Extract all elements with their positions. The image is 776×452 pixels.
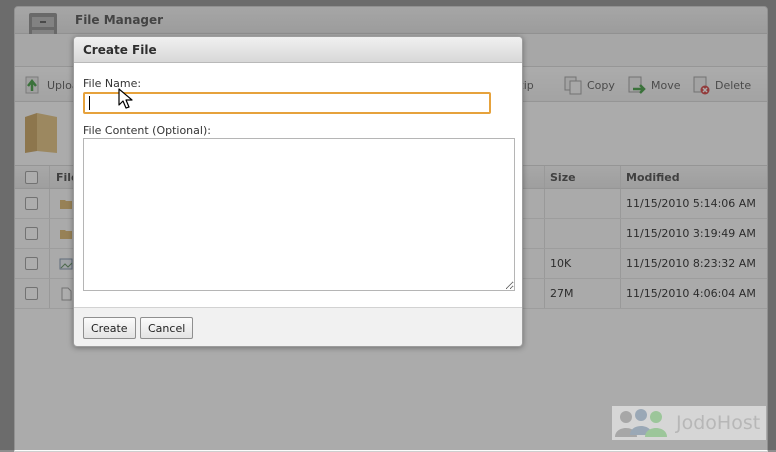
file-content-label: File Content (Optional): bbox=[83, 124, 211, 137]
file-name-input[interactable] bbox=[83, 92, 491, 114]
create-file-dialog: Create File File Name: File Content (Opt… bbox=[73, 36, 523, 347]
file-content-textarea[interactable] bbox=[83, 138, 515, 291]
cancel-button[interactable]: Cancel bbox=[140, 317, 194, 339]
mouse-cursor-icon bbox=[118, 88, 133, 109]
watermark-text: JodoHost bbox=[676, 412, 761, 434]
text-caret bbox=[89, 96, 90, 110]
dialog-title: Create File bbox=[83, 43, 157, 57]
dialog-titlebar[interactable]: Create File bbox=[74, 37, 522, 63]
create-button[interactable]: Create bbox=[83, 317, 136, 339]
people-logo-icon bbox=[615, 409, 667, 437]
watermark: JodoHost bbox=[612, 406, 766, 440]
